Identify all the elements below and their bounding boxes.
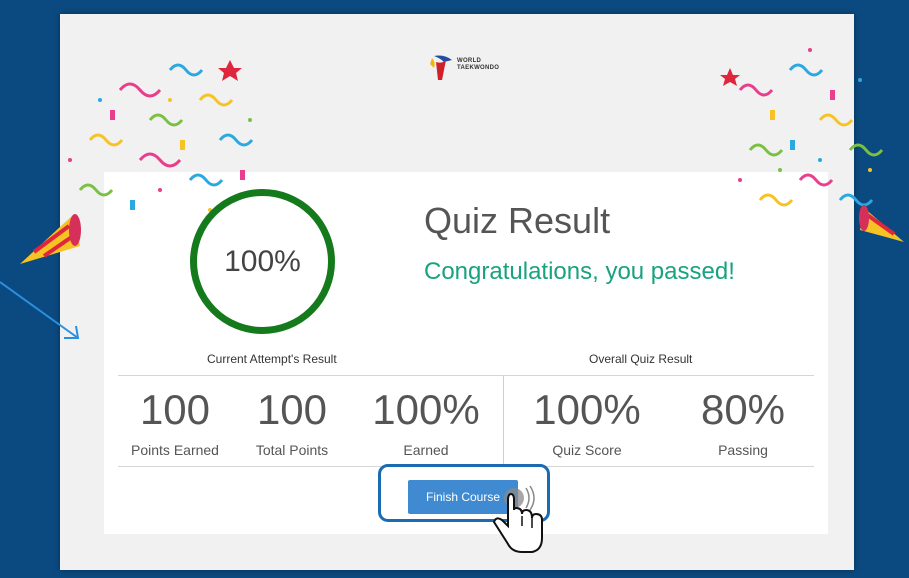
stat-passing: 80% Passing xyxy=(685,386,801,458)
stat-earned: 100% Earned xyxy=(365,386,487,458)
stat-label: Quiz Score xyxy=(552,442,622,458)
stat-value: 100 xyxy=(256,386,328,433)
world-taekwondo-logo: WORLD TAEKWONDO xyxy=(430,52,520,86)
stat-label: Earned xyxy=(403,442,449,458)
stat-points-earned: 100 Points Earned xyxy=(120,386,230,458)
party-popper-left-icon xyxy=(20,214,81,264)
overall-result-label: Overall Quiz Result xyxy=(589,352,693,366)
stat-value: 80% xyxy=(700,386,786,433)
stat-value: 100% xyxy=(372,386,480,433)
stats-vertical-divider xyxy=(503,376,504,466)
stat-quiz-score: 100% Quiz Score xyxy=(526,386,648,458)
stat-label: Passing xyxy=(718,442,768,458)
logo-text: WORLD TAEKWONDO xyxy=(457,58,500,71)
logo-mark-icon xyxy=(430,55,452,80)
stat-total-points: 100 Total Points xyxy=(237,386,347,458)
hand-cursor-icon xyxy=(492,485,543,553)
score-ring: 100% xyxy=(190,189,335,334)
quiz-result-title: Quiz Result xyxy=(424,200,611,241)
stat-label: Total Points xyxy=(255,442,329,458)
pointer-arrow-icon xyxy=(0,281,80,339)
party-popper-right-icon xyxy=(859,205,904,242)
current-attempt-label: Current Attempt's Result xyxy=(207,352,337,366)
stat-label: Points Earned xyxy=(131,442,219,458)
stat-value: 100% xyxy=(533,386,641,433)
pass-message: Congratulations, you passed! xyxy=(424,258,735,285)
stat-value: 100 xyxy=(139,386,211,433)
score-percentage: 100% xyxy=(224,244,301,278)
stats-top-divider xyxy=(118,375,814,376)
